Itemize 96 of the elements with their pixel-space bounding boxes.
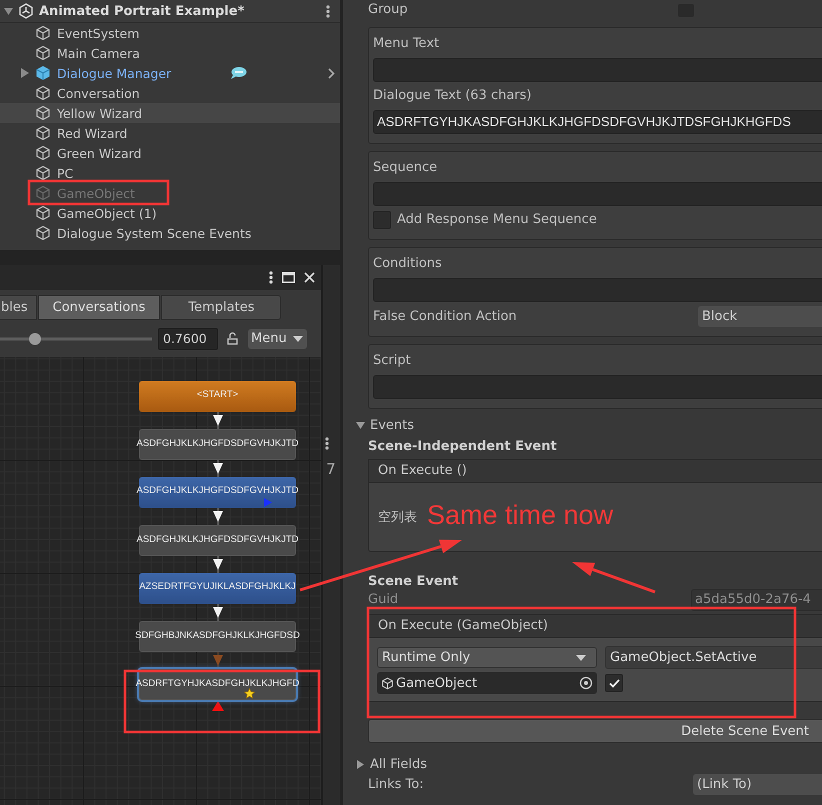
hierarchy-item[interactable]: Dialogue Manager bbox=[0, 63, 340, 83]
expand-arrow-icon[interactable] bbox=[4, 6, 13, 16]
hierarchy-item[interactable]: Yellow Wizard bbox=[0, 103, 340, 123]
chevron-right-icon[interactable] bbox=[328, 68, 335, 78]
zoom-field[interactable]: 0.7600 bbox=[158, 328, 218, 350]
object-name: PC bbox=[57, 166, 74, 180]
dialogue-node[interactable]: ASDFGHJKLKJHGFDSDFGVHJKJTD bbox=[139, 525, 296, 556]
object-name: GameObject bbox=[57, 186, 135, 200]
field-label: Conditions bbox=[373, 255, 443, 273]
link-dropdown[interactable]: (Link To) bbox=[693, 774, 822, 795]
object-name: EventSystem bbox=[57, 26, 140, 40]
target-icon[interactable] bbox=[579, 676, 593, 690]
cube-icon bbox=[35, 45, 51, 61]
all-fields-foldout[interactable]: All Fields bbox=[356, 757, 822, 772]
field-label: Menu Text bbox=[373, 35, 440, 53]
cube-icon bbox=[35, 85, 51, 101]
unity-logo-icon bbox=[18, 3, 34, 19]
cube-icon bbox=[35, 185, 51, 201]
maximize-icon[interactable] bbox=[282, 272, 296, 283]
cube-icon bbox=[35, 125, 51, 141]
more-icon[interactable] bbox=[269, 271, 274, 284]
object-name: Yellow Wizard bbox=[57, 106, 142, 120]
tab[interactable]: Templates bbox=[161, 295, 282, 320]
close-icon[interactable] bbox=[304, 272, 316, 283]
field-label: Dialogue Text (63 chars) bbox=[373, 87, 532, 105]
hierarchy-item[interactable]: Conversation bbox=[0, 83, 340, 103]
menu-dropdown[interactable]: Menu bbox=[248, 328, 307, 348]
input-field[interactable] bbox=[373, 58, 822, 82]
hierarchy-item[interactable]: Dialogue System Scene Events bbox=[0, 223, 340, 243]
dialogue-node[interactable]: AZSEDRTFGYUJIKLASDFGHJKLKJ bbox=[139, 573, 296, 604]
object-name: Conversation bbox=[57, 86, 140, 100]
collapse-arrow-icon bbox=[356, 421, 365, 430]
section-title: Scene-Independent Event bbox=[368, 439, 558, 454]
field-label: Script bbox=[373, 352, 412, 370]
hierarchy-item[interactable]: Main Camera bbox=[0, 43, 340, 63]
object-name: GameObject (1) bbox=[57, 206, 157, 220]
event-header: On Execute (GameObject) bbox=[368, 614, 822, 638]
field-label: Group bbox=[368, 1, 408, 19]
warning-triangle-icon bbox=[212, 701, 224, 711]
more-icon[interactable] bbox=[326, 4, 330, 18]
field-label: Sequence bbox=[373, 159, 438, 177]
slider-thumb[interactable] bbox=[28, 332, 41, 344]
expand-arrow-icon bbox=[356, 760, 365, 769]
input-field[interactable] bbox=[373, 182, 822, 206]
annotation-text: Same time now bbox=[427, 500, 614, 531]
runtime-dropdown[interactable]: Runtime Only bbox=[377, 647, 597, 668]
caret-icon bbox=[576, 654, 586, 660]
checkbox[interactable] bbox=[605, 674, 623, 692]
input-field[interactable] bbox=[373, 278, 822, 302]
cube-icon bbox=[381, 676, 394, 690]
field-label: Guid bbox=[368, 590, 398, 608]
action-dropdown[interactable]: Block bbox=[698, 306, 822, 327]
cube-icon bbox=[35, 165, 51, 181]
function-dropdown[interactable]: GameObject.SetActive bbox=[605, 646, 822, 669]
guid-field: a5da55d0-2a76-4 bbox=[691, 588, 822, 610]
hierarchy-item[interactable]: GameObject (1) bbox=[0, 203, 340, 223]
hierarchy-item[interactable]: PC bbox=[0, 163, 340, 183]
object-name: Dialogue Manager bbox=[57, 66, 172, 80]
events-foldout[interactable]: Events bbox=[356, 418, 822, 433]
object-name: Dialogue System Scene Events bbox=[57, 226, 252, 240]
object-name: Green Wizard bbox=[57, 146, 142, 160]
delete-scene-event-button[interactable]: Delete Scene Event bbox=[368, 719, 822, 743]
cube-icon bbox=[35, 105, 51, 121]
object-name: GameObject bbox=[396, 676, 478, 690]
hierarchy-item[interactable]: Red Wizard bbox=[0, 123, 340, 143]
cube-icon bbox=[35, 65, 51, 81]
panel-text: 7 bbox=[325, 460, 337, 478]
hierarchy-item[interactable]: EventSystem bbox=[0, 23, 340, 43]
dialogue-node[interactable]: ASDFGHJKLKJHGFDSDFGVHJKJTD bbox=[139, 429, 296, 460]
section-title: Scene Event bbox=[368, 574, 460, 589]
speech-bubble-icon bbox=[229, 66, 248, 80]
object-name: Red Wizard bbox=[57, 126, 128, 140]
event-header: On Execute () bbox=[368, 459, 822, 483]
input-field[interactable]: ASDRFTGYHJKASDFGHJKLKJHGFDSDFGVHJKJTDSFGHJKHGFDS bbox=[373, 110, 822, 134]
object-name: Main Camera bbox=[57, 46, 140, 60]
more-icon[interactable] bbox=[323, 437, 330, 450]
check-icon bbox=[608, 678, 620, 688]
checkbox-label: Add Response Menu Sequence bbox=[397, 211, 597, 229]
cube-icon bbox=[35, 225, 51, 241]
scene-title: Animated Portrait Example* bbox=[39, 4, 244, 18]
cube-icon bbox=[35, 205, 51, 221]
tab[interactable]: Conversations bbox=[38, 295, 160, 320]
checkbox[interactable] bbox=[373, 211, 391, 229]
lock-icon[interactable] bbox=[227, 332, 238, 345]
tab[interactable]: bles bbox=[0, 295, 37, 320]
expand-arrow-icon[interactable] bbox=[21, 68, 29, 78]
hierarchy-item[interactable]: Green Wizard bbox=[0, 143, 340, 163]
cube-icon bbox=[35, 25, 51, 41]
caret-icon bbox=[292, 336, 303, 342]
input-field[interactable] bbox=[373, 375, 822, 399]
object-field[interactable]: GameObject bbox=[377, 672, 597, 694]
field-label: Links To: bbox=[368, 776, 424, 794]
cube-icon bbox=[35, 145, 51, 161]
scene-header[interactable]: Animated Portrait Example* bbox=[0, 0, 340, 23]
empty-list-text: 空列表 bbox=[378, 509, 417, 526]
field-label: False Condition Action bbox=[373, 308, 517, 326]
